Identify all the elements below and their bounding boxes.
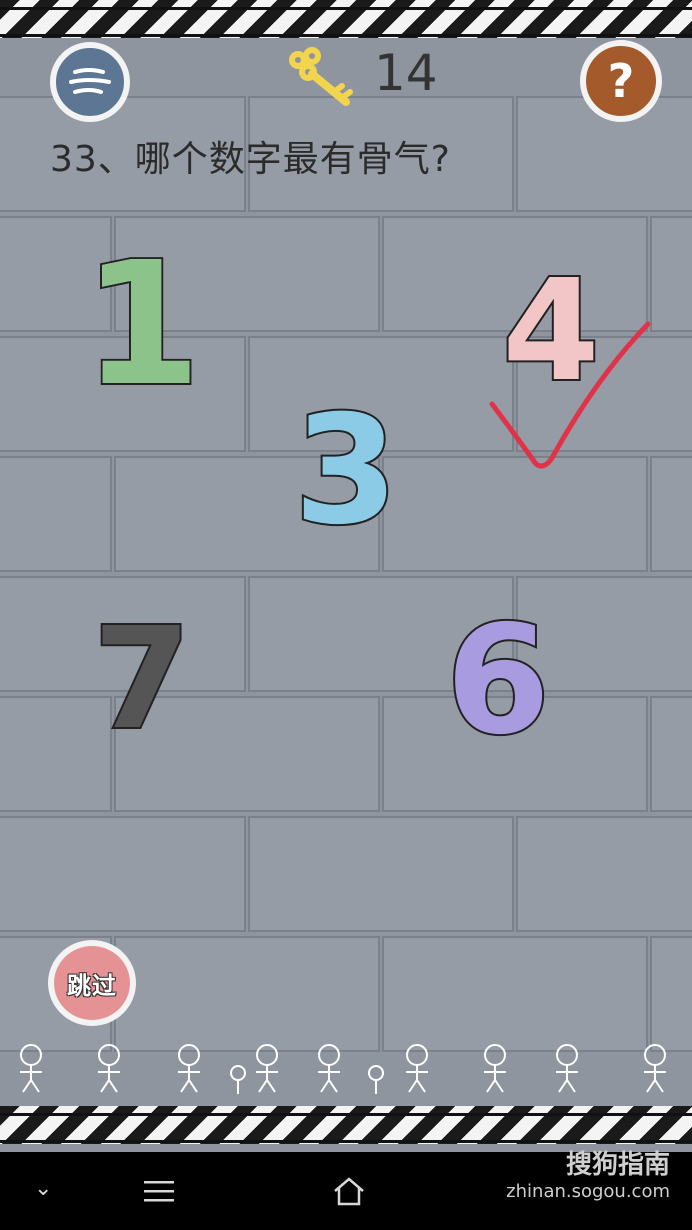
brick — [650, 696, 692, 812]
digit-label: 1 — [81, 226, 203, 424]
watermark: 搜狗指南 zhinan.sogou.com — [506, 1144, 670, 1202]
answer-digit-3[interactable]: 3 — [288, 384, 404, 558]
help-button[interactable]: ? — [580, 40, 662, 122]
brick — [516, 816, 692, 932]
stick-figure-icon — [98, 1044, 120, 1093]
stick-figure-icon — [318, 1044, 340, 1093]
answer-digit-6[interactable]: 6 — [440, 594, 556, 768]
key-icon — [289, 47, 353, 106]
menu-button[interactable] — [50, 42, 130, 122]
skip-button[interactable]: 跳过 — [48, 940, 136, 1026]
digit-label: 3 — [292, 384, 400, 558]
stick-figure-icon — [256, 1044, 278, 1093]
flower-icon — [230, 1065, 246, 1094]
stick-figure-icon — [20, 1044, 42, 1093]
watermark-url: zhinan.sogou.com — [506, 1181, 670, 1202]
game-screen: 14 ? 33、哪个数字最有骨气? 1 4 3 7 6 跳过 — [0, 0, 692, 1152]
nav-back-icon[interactable]: ⌄ — [34, 1176, 52, 1201]
nav-menu-icon[interactable] — [144, 1180, 174, 1202]
digit-label: 6 — [444, 594, 552, 768]
brick — [248, 816, 514, 932]
brick — [114, 936, 380, 1052]
answer-digit-7[interactable]: 7 — [91, 598, 192, 761]
brick — [382, 936, 648, 1052]
stick-figure-icon — [484, 1044, 506, 1093]
help-icon: ? — [607, 54, 635, 108]
question-text: 33、哪个数字最有骨气? — [50, 139, 451, 180]
brick — [650, 936, 692, 1052]
brick — [650, 216, 692, 332]
stick-figure-icon — [556, 1044, 578, 1093]
stick-figure-icon — [178, 1044, 200, 1093]
brick-row — [0, 814, 692, 934]
brick — [0, 456, 112, 572]
check-mark-icon — [489, 321, 651, 469]
stick-figure-icon — [406, 1044, 428, 1093]
brick — [0, 816, 246, 932]
brick — [650, 456, 692, 572]
key-count: 14 — [374, 44, 438, 102]
stick-figure-icon — [644, 1044, 666, 1093]
top-stripe-border — [0, 0, 692, 38]
flower-icon — [368, 1065, 384, 1094]
stick-figure-row — [0, 1040, 692, 1100]
answer-digit-1[interactable]: 1 — [81, 226, 203, 424]
nav-home-icon[interactable] — [332, 1176, 366, 1206]
digit-label: 7 — [91, 598, 192, 761]
menu-icon — [69, 68, 111, 94]
bottom-stripe-border — [0, 1106, 692, 1144]
watermark-title: 搜狗指南 — [565, 1150, 670, 1180]
skip-label: 跳过 — [67, 971, 117, 1000]
